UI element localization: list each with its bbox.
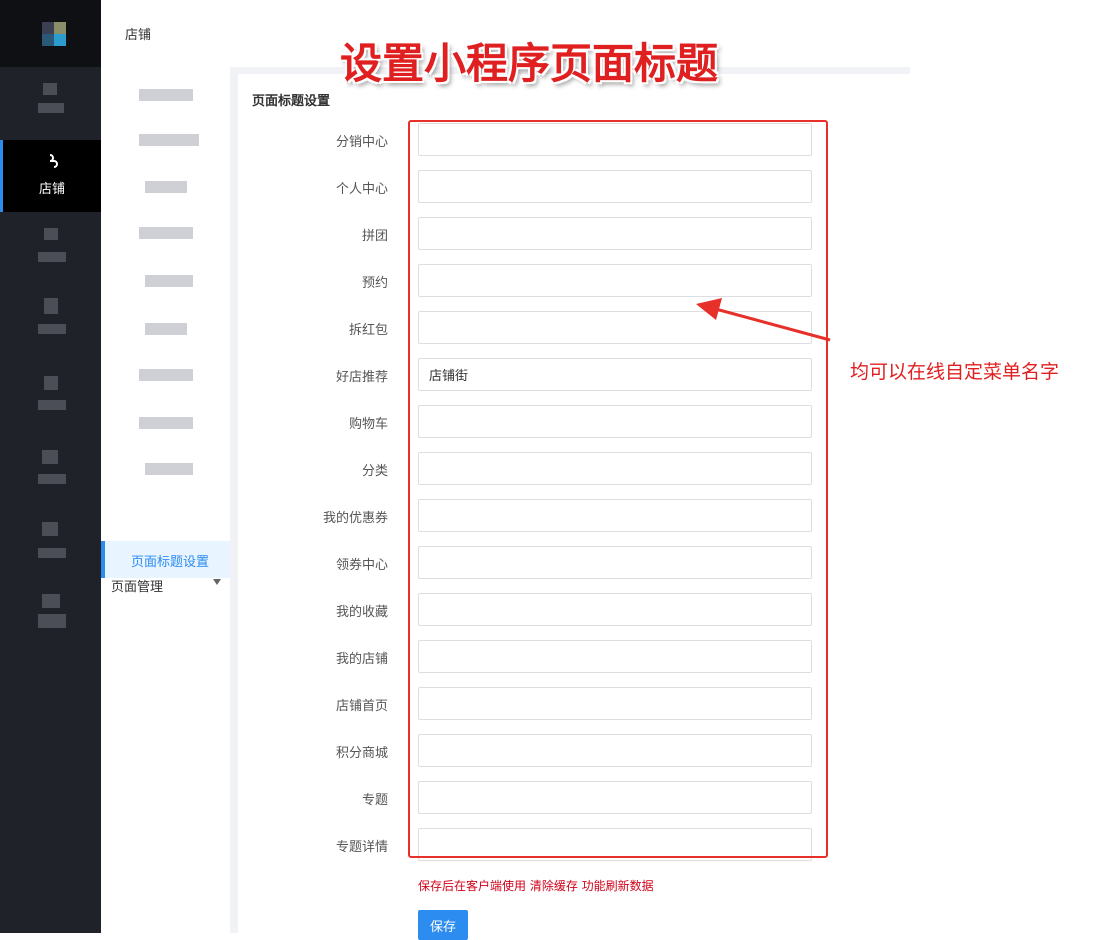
field-label: 分销中心 [335,135,388,150]
submenu-item-page-title-settings[interactable]: 页面标题设置 [101,541,230,578]
secondary-menu: 页面管理 页面标题设置 [101,67,231,933]
field-label: 专题 [361,793,388,808]
field-label: 购物车 [348,417,388,432]
annotation-title: 设置小程序页面标题 [340,39,719,88]
save-button[interactable]: 保存 [418,910,468,940]
rail-item-blurred-6[interactable] [0,508,101,580]
field-label: 分类 [361,464,388,479]
logo-mark [54,22,66,34]
annotation-note: 均可以在线自定菜单名字 [850,361,1060,383]
submenu-item-label: 页面标题设置 [131,555,210,570]
field-label: 店铺首页 [335,699,388,714]
rail-item-blurred-1[interactable] [0,67,101,139]
rail-item-blurred-4[interactable] [0,360,101,432]
logo-mark [54,34,66,46]
logo-mark [42,34,54,46]
breadcrumb[interactable]: 店铺 [125,24,151,43]
mini-program-icon [3,152,101,175]
rail-item-blurred-3[interactable] [0,284,101,356]
field-label: 预约 [361,276,388,291]
rail-item-blurred-5[interactable] [0,434,101,506]
submenu-item-blurred[interactable] [139,134,199,146]
save-tip: 保存后在客户端使用 清除缓存 功能刷新数据 [418,879,654,893]
rail-item-blurred-2[interactable] [0,212,101,284]
field-label: 我的店铺 [335,652,388,667]
field-label: 领券中心 [335,558,388,573]
section-title: 页面标题设置 [252,94,331,109]
rail-item-blurred-7[interactable] [0,582,101,654]
submenu-item-blurred[interactable] [139,417,193,429]
field-label: 积分商城 [335,746,388,761]
field-label: 我的收藏 [335,605,388,620]
rail-item-store-label: 店铺 [38,182,65,197]
field-label: 好店推荐 [335,370,388,385]
submenu-item-blurred[interactable] [139,369,193,381]
submenu-item-blurred[interactable] [139,89,193,101]
submenu-item-blurred[interactable] [145,181,187,193]
divider [230,67,238,933]
main-nav-rail: 店铺 [0,0,101,933]
submenu-item-blurred[interactable] [145,323,187,335]
field-label: 拼团 [361,229,388,244]
field-label: 我的优惠券 [322,511,388,526]
submenu-item-blurred[interactable] [145,275,193,287]
caret-down-icon[interactable] [213,579,221,585]
rail-item-store[interactable]: 店铺 [0,140,101,212]
field-label: 个人中心 [335,182,388,197]
logo-mark [42,22,54,34]
submenu-item-blurred[interactable] [139,227,193,239]
annotation-frame [408,120,828,858]
submenu-item-blurred[interactable] [145,463,193,475]
field-label: 拆红包 [348,323,388,338]
field-label: 专题详情 [335,840,388,855]
logo[interactable] [0,0,101,67]
submenu-group-page-management[interactable]: 页面管理 [111,576,163,595]
